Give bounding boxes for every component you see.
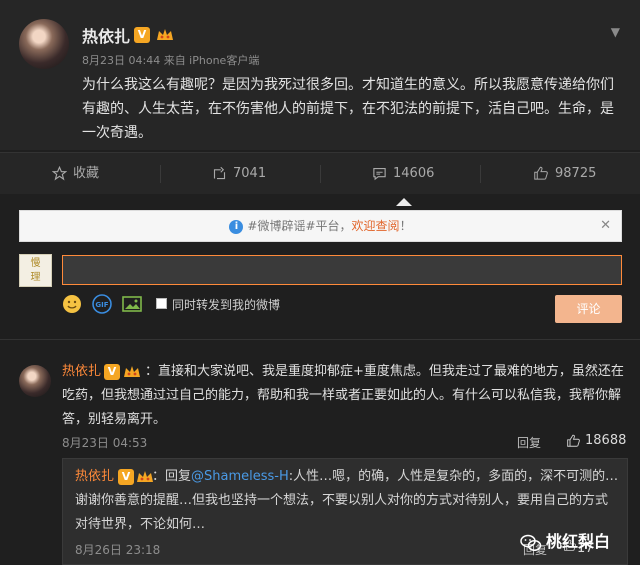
wechat-icon — [520, 534, 542, 551]
sub-verified-badge: V — [118, 469, 134, 485]
like-button[interactable]: 98725 — [533, 153, 596, 195]
notice-tag[interactable]: #微博辟谣#平台， — [247, 219, 351, 233]
repost-icon — [213, 166, 226, 180]
sub-reply-time: 8月26日 23:18 — [75, 543, 161, 557]
comment-vip-crown-icon — [124, 366, 140, 377]
divider — [0, 339, 640, 340]
post-action-bar: 收藏 7041 14606 98725 — [0, 152, 640, 194]
star-icon — [51, 165, 68, 181]
composer-toolbar: GIF 同时转发到我的微博 — [62, 292, 422, 316]
comment-count: 14606 — [393, 166, 435, 181]
comment-reply-button[interactable]: 回复 — [517, 434, 541, 451]
sub-reply-text: 热依扎 ：回复@Shameless-H:人性…嗯，的确，人性是复杂的，多面的，深不… — [75, 465, 619, 537]
poster-avatar[interactable] — [19, 19, 69, 69]
comment-icon — [373, 167, 386, 181]
repost-button[interactable]: 7041 — [212, 153, 266, 195]
comment-button[interactable]: 14606 — [372, 153, 434, 195]
weibo-post: 热依扎 V 8月23日 04:44 来自 iPhone客户端 ▼ 为什么我这么有… — [0, 0, 640, 150]
close-icon[interactable]: ✕ — [600, 211, 611, 241]
post-text: 为什么我这么有趣呢？是因为我死过很多回。才知道生的意义。所以我愿意传递给你们有趣… — [82, 77, 614, 141]
forward-checkbox[interactable] — [156, 298, 167, 309]
thumbs-up-icon — [567, 434, 580, 447]
rumor-notice-bar: i #微博辟谣#平台，欢迎查阅！ ✕ — [19, 210, 622, 242]
comment-text: 热依扎 ：直接和大家说吧、我是重度抑郁症+重度焦虑。但我走过了最难的地方，虽然还在… — [62, 360, 628, 432]
notice-link[interactable]: 欢迎查阅 — [352, 219, 400, 233]
forward-label: 同时转发到我的微博 — [172, 298, 281, 312]
favorite-button[interactable]: 收藏 — [51, 153, 100, 195]
sub-vip-crown-icon — [137, 471, 153, 482]
verified-badge: V — [134, 27, 150, 43]
mention-link[interactable]: @Shameless-H — [191, 469, 289, 484]
info-icon: i — [229, 219, 244, 234]
watermark: 桃红梨白 — [520, 528, 611, 551]
repost-count: 7041 — [233, 166, 267, 181]
comment-body: ：直接和大家说吧、我是重度抑郁症+重度焦虑。但我走过了最难的地方，虽然还在吃药，… — [62, 364, 624, 427]
commenter-avatar[interactable] — [19, 365, 51, 397]
post-meta: 8月23日 04:44 来自 iPhone客户端 — [82, 54, 260, 67]
sub-reply-username[interactable]: 热依扎 — [75, 469, 114, 484]
notice-end: ！ — [399, 219, 412, 233]
comment-input[interactable] — [62, 255, 622, 285]
svg-text:GIF: GIF — [95, 301, 108, 309]
submit-comment-button[interactable]: 评论 — [555, 295, 622, 323]
like-count: 98725 — [555, 166, 597, 181]
comment-time: 8月23日 04:53 — [62, 436, 148, 450]
image-icon[interactable] — [122, 294, 142, 314]
thumbs-up-icon — [534, 166, 548, 180]
gif-icon[interactable]: GIF — [92, 294, 112, 314]
comment-like-count: 18688 — [585, 433, 627, 448]
sub-reply-prefix: ：回复 — [152, 469, 192, 484]
comment-like-button[interactable]: 18688 — [566, 433, 626, 448]
poster-username[interactable]: 热依扎 — [82, 23, 130, 47]
chevron-down-icon[interactable]: ▼ — [611, 25, 620, 39]
comment-username[interactable]: 热依扎 — [62, 364, 101, 379]
watermark-text: 桃红梨白 — [546, 532, 611, 551]
favorite-label: 收藏 — [73, 166, 100, 181]
comment-verified-badge: V — [104, 364, 120, 380]
vip-crown-icon — [157, 29, 173, 40]
comment-panel-pointer — [396, 198, 412, 206]
my-avatar[interactable]: 慢 理 — [19, 254, 52, 287]
my-avatar-text: 慢 理 — [30, 258, 41, 283]
emoji-icon[interactable] — [62, 294, 82, 314]
